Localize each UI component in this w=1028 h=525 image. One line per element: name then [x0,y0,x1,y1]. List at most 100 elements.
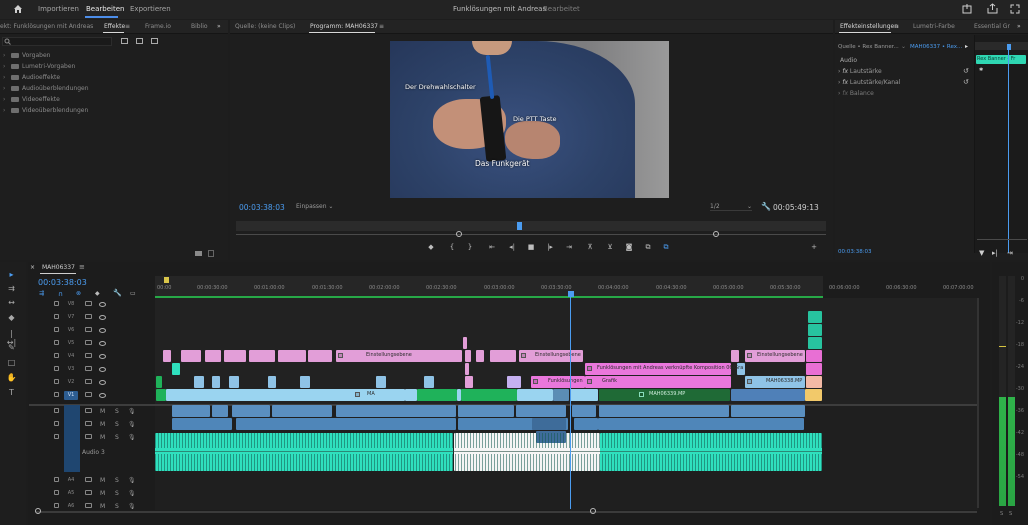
microphone-icon[interactable]: 🎙 [128,434,136,441]
reset-channel-volume-icon[interactable]: ↺ [963,78,969,86]
video-track-header[interactable]: V7 [29,311,154,324]
timeline-clip[interactable] [232,405,270,417]
scroll-handle-right[interactable] [590,508,596,514]
export-icon[interactable]: ⇥ [1007,249,1013,257]
tab-effects[interactable]: Effekte [104,23,125,30]
timeline-clip[interactable] [278,350,306,362]
selection-tool-icon[interactable]: ▸ [6,270,17,279]
sync-lock-icon[interactable] [85,421,92,426]
timeline-clip[interactable] [808,324,822,336]
eye-icon[interactable] [99,302,106,307]
lock-icon[interactable] [54,314,59,319]
sequence-clip-label[interactable]: MAH06337 • Rex... [910,44,962,50]
timeline-clip[interactable] [516,405,566,417]
lock-icon[interactable] [54,366,59,371]
track-select-tool-icon[interactable]: ⇉ [6,284,17,293]
mute-button[interactable]: M [100,477,105,484]
sync-lock-icon[interactable] [85,314,92,319]
track-label[interactable]: V5 [64,339,78,348]
video-track-header[interactable]: V3 [29,363,154,376]
lock-icon[interactable] [54,340,59,345]
filter-icon[interactable]: ▼ [979,249,984,257]
lock-icon[interactable] [54,327,59,332]
sync-lock-icon[interactable] [85,408,92,413]
sync-lock-icon[interactable] [85,301,92,306]
video-frame[interactable]: Der Drehwahlschalter Die PTT Taste Das F… [390,41,669,198]
timeline-clip[interactable] [163,350,171,362]
solo-button[interactable]: S [115,434,119,441]
timeline-clip[interactable] [731,405,805,417]
tab-lumetri-color[interactable]: Lumetri-Farbe [913,23,955,30]
mark-out-icon[interactable]: } [465,243,475,251]
playhead-marker[interactable] [517,222,522,230]
track-label[interactable]: A4 [64,476,78,485]
audio-track-header[interactable]: A1MS🎙 [29,405,154,418]
proxy-toggle-icon[interactable]: ⧉ [661,243,671,252]
solo-button[interactable]: S [115,503,119,510]
search-input[interactable] [2,37,112,46]
razor-tool-icon[interactable]: ◆ [6,313,17,322]
zoom-scrollbar[interactable] [236,234,826,235]
sync-lock-icon[interactable] [85,392,92,397]
ripple-edit-tool-icon[interactable]: ↔ [6,298,17,307]
timeline-clip[interactable] [461,389,517,401]
add-button-icon[interactable]: + [809,243,819,251]
camera-export-frame-icon[interactable]: ◙ [624,243,634,251]
timeline-clip[interactable] [458,405,514,417]
timeline-clip[interactable] [599,405,729,417]
workspace-edit[interactable]: Bearbeiten [86,5,124,13]
lock-icon[interactable] [54,379,59,384]
timeline-clip[interactable] [808,311,822,323]
program-timecode[interactable]: 00:03:38:03 [239,203,285,212]
timeline-clip[interactable] [156,376,162,388]
timeline-clip[interactable] [181,350,201,362]
timeline-clip[interactable] [156,389,166,401]
timeline-clip[interactable] [808,337,822,349]
eye-icon[interactable] [99,380,106,385]
sync-lock-icon[interactable] [85,353,92,358]
folder-presets[interactable]: › Vorgaben [3,52,50,59]
extract-icon[interactable]: ⊻ [605,243,615,251]
timeline-clip[interactable] [806,363,822,375]
eye-icon[interactable] [99,315,106,320]
solo-right-button[interactable]: S [1009,511,1012,517]
track-label[interactable]: A5 [64,489,78,498]
captions-icon[interactable]: ▭ [130,290,136,297]
timeline-clip[interactable] [172,418,232,430]
effect-row-balance[interactable]: › fx Balance [838,90,973,100]
tab-essential-graphics[interactable]: Essential Gr [974,23,1010,30]
scroll-handle-left[interactable] [35,508,41,514]
step-back-icon[interactable]: ◂| [507,243,517,251]
mark-in-icon[interactable]: { [447,243,457,251]
timeline-clip[interactable] [731,350,739,362]
timeline-clip[interactable] [300,376,310,388]
timeline-clip[interactable] [172,405,210,417]
scroll-handle-left[interactable] [456,231,462,237]
timeline-clip[interactable] [532,418,566,430]
timeline-clip[interactable] [476,350,484,362]
play-only-icon[interactable]: ▸ [965,43,968,50]
track-label[interactable]: V8 [64,300,78,309]
add-marker-icon[interactable]: ◆ [426,243,436,251]
folder-audio-transitions[interactable]: › Audioüberblendungen [3,85,89,92]
timeline-clip[interactable] [212,376,220,388]
clip-funkloesungen[interactable]: Funklösungen [531,376,585,388]
track-label[interactable]: V3 [64,365,78,374]
step-forward-icon[interactable]: |▸ [545,243,555,251]
timeline-clip[interactable] [806,350,822,362]
timeline-clip[interactable] [465,363,469,375]
settings-wrench-icon[interactable]: 🔧 [761,202,771,211]
workspace-import[interactable]: Importieren [38,5,79,13]
more-tabs-icon[interactable]: » [1017,23,1021,30]
timeline-clip[interactable] [424,376,434,388]
lock-icon[interactable] [54,490,59,495]
microphone-icon[interactable]: 🎙 [128,490,136,497]
eye-icon[interactable] [99,328,106,333]
sync-lock-icon[interactable] [85,477,92,482]
tab-source[interactable]: Quelle: (keine Clips) [235,23,295,30]
scrub-bar[interactable] [236,221,826,231]
solo-button[interactable]: S [115,421,119,428]
home-icon[interactable] [13,4,23,14]
in-point-marker[interactable] [164,277,169,283]
timeline-clip[interactable] [405,389,417,401]
